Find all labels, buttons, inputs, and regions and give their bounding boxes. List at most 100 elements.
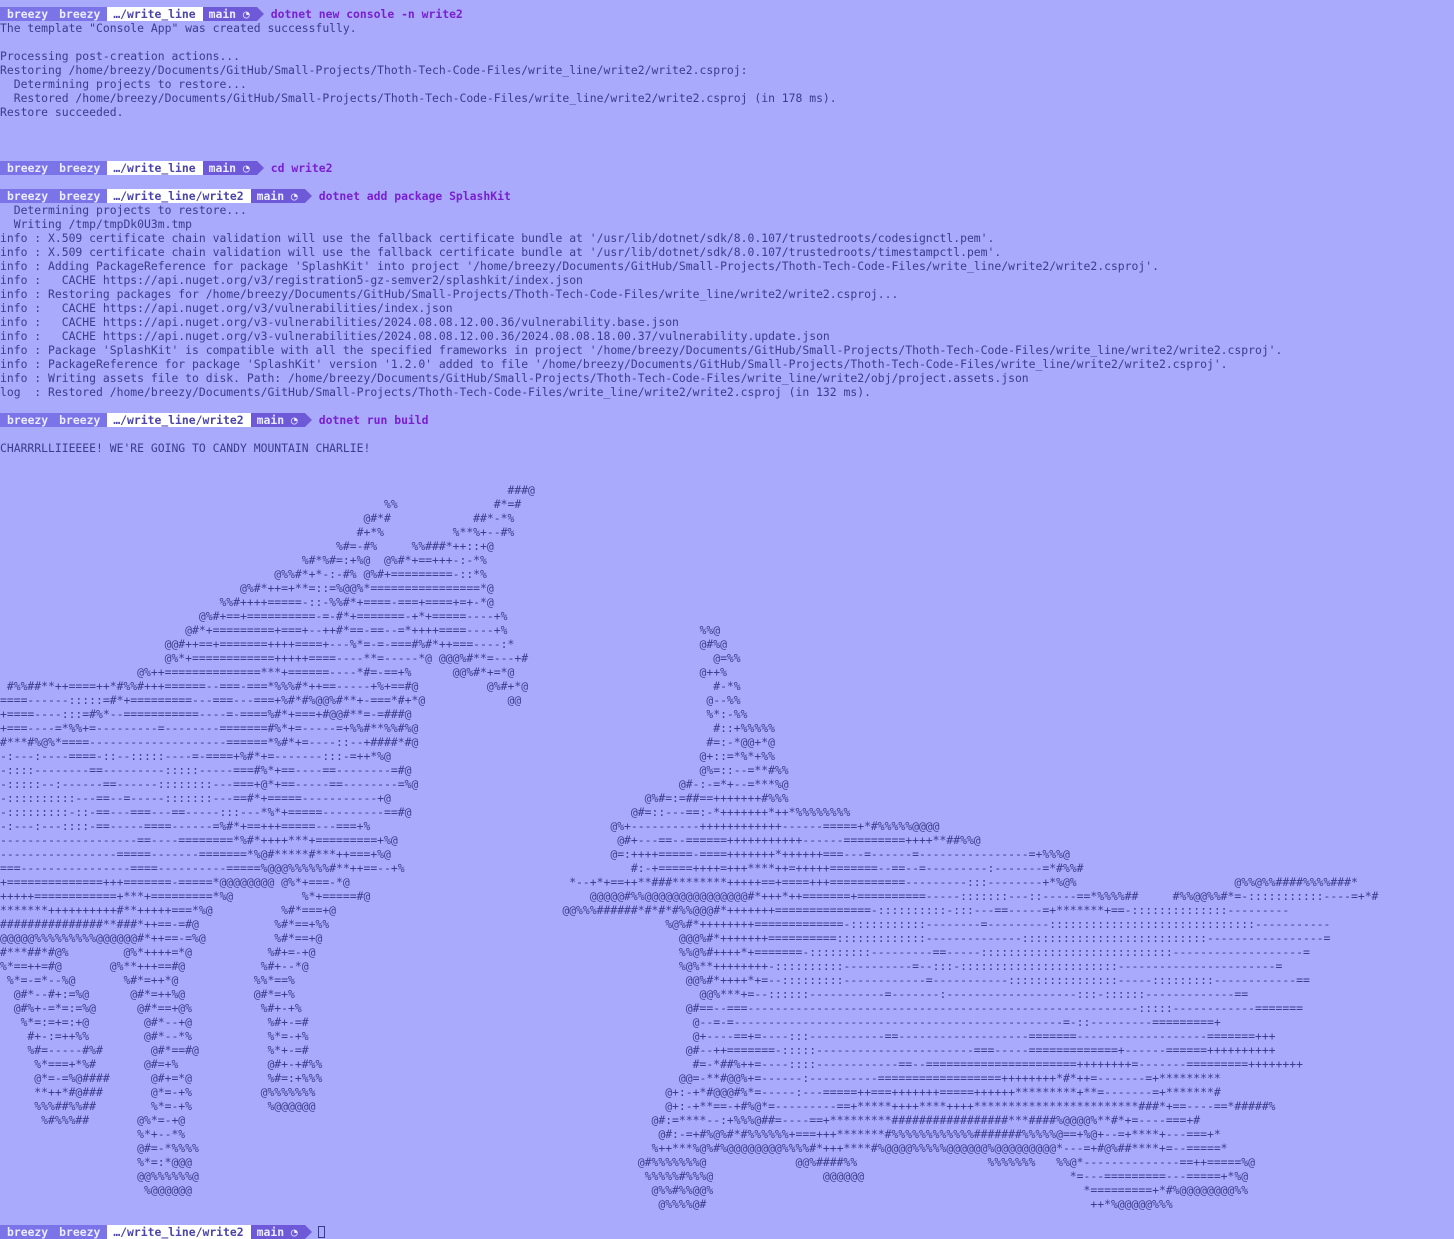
ascii-art-line: **++*#@### @*=-+% @%%%%%%% @+:-+*#@@@#%*… (0, 1085, 1221, 1099)
output-line: info : CACHE https://api.nuget.org/v3-vu… (0, 329, 830, 343)
output-line: info : X.509 certificate chain validatio… (0, 245, 1002, 259)
ascii-art-line: #+*% %**%+--#% (0, 525, 515, 539)
prompt-user: breezy (0, 161, 56, 175)
ascii-art-line: -:::::--:------==------::::::::---===+@*… (0, 777, 789, 791)
ascii-art-line: @#%+-=*=:=%@ @#*==+@% %#+-+% @#==--===--… (0, 1001, 1303, 1015)
command-text: dotnet new console -n write2 (270, 7, 463, 21)
prompt-user: breezy (0, 7, 56, 21)
ascii-art-line: @%*+============+++++====----**=-----*@ … (0, 651, 741, 665)
prompt-directory: …/write_line (107, 7, 203, 21)
ascii-art-line: ###@ (0, 483, 535, 497)
ascii-art-line: +===----=*%%+=---------=--------=======#… (0, 721, 775, 735)
prompt-directory: …/write_line/write2 (107, 1225, 251, 1239)
ascii-art-line: +====----:::=#%*--===========----=-====%… (0, 707, 748, 721)
ascii-art-line: +++++============+***+=========*%@ %*+==… (0, 889, 1379, 903)
ascii-art-line: %*+--*% @#:-=+#%@%#*#%%%%%%+===+++******… (0, 1127, 1221, 1141)
prompt-arrow-icon (256, 7, 264, 21)
terminal-window[interactable]: breezy breezy …/write_line main ◔ dotnet… (0, 0, 1454, 1239)
ascii-art-line: %#=-#% %%###*++::+@ (0, 539, 494, 553)
prompt-line: breezy breezy …/write_line/write2 main ◔ (0, 1225, 1454, 1239)
output-line: Determining projects to restore... (0, 77, 247, 91)
output-line: info : Restoring packages for /home/bree… (0, 287, 899, 301)
ascii-art-line: @@#++==+=======++++====+---%*=-=-===#%#*… (0, 637, 727, 651)
ascii-art-line: %*===+*%# @#=+% @#+-+#%% #=-*##%++=----:… (0, 1057, 1303, 1071)
ascii-art-line: %@@@@@@ @%%#%%@@% *=========+*#%@@@@@@@@… (0, 1183, 1249, 1197)
ascii-art: ###@ %% #*=# @#*# ##*-*% #+*% %**%+--#% … (0, 483, 1454, 1211)
output-line: Writing /tmp/tmpDk0U3m.tmp (0, 217, 193, 231)
prompt-arrow-icon (304, 189, 312, 203)
output-line: Processing post-creation actions... (0, 49, 241, 63)
prompt-line: breezy breezy …/write_line/write2 main ◔… (0, 189, 1454, 203)
ascii-art-line: %*=:*@@@ @#%%%%%%%@ @@%####%% %%%%%%% %%… (0, 1155, 1255, 1169)
ascii-art-line: #***#%@%*====--------------------======*… (0, 735, 775, 749)
command-text: cd write2 (270, 161, 333, 175)
ascii-art-line: -:---:----====-::--:::::----=-====+%#*+=… (0, 749, 775, 763)
ascii-art-line: @#*# ##*-*% (0, 511, 515, 525)
ascii-art-line: @%++==============***+======----*#=-==+%… (0, 665, 727, 679)
prompt-git-branch: main ◔ (250, 1225, 305, 1239)
ascii-art-line: -::::--------==---------:::::-----===#%*… (0, 763, 789, 777)
prompt-directory: …/write_line (107, 161, 203, 175)
ascii-art-line: @%#*++=+**=::=%@@%*================*@ (0, 581, 494, 595)
output-line: info : Package 'SplashKit' is compatible… (0, 343, 1283, 357)
ascii-art-line: -----------------=====-------=======*%@#… (0, 847, 1070, 861)
ascii-art-line: @*=-=%@#### @#+=*@ %#=:+%%% @@=-**#@@%+=… (0, 1071, 1221, 1085)
prompt-git-branch: main ◔ (250, 189, 305, 203)
ascii-art-line: %%#++++=====-::-%%#*+====-===+====+=+-*@ (0, 595, 494, 609)
output-line: The template "Console App" was created s… (0, 21, 357, 35)
prompt-directory: …/write_line/write2 (107, 189, 251, 203)
ascii-art-line: #+-:=++%% @#*--*% %*=-+% @+----==+=----:… (0, 1029, 1276, 1043)
ascii-art-line: *******++++++++++#**+++++===*%@ %#*===+@… (0, 903, 1290, 917)
ascii-art-line: %#=-----#%# @#*==#@ %*+-=# @#--++=======… (0, 1043, 1276, 1057)
output-line: Restoring /home/breezy/Documents/GitHub/… (0, 63, 748, 77)
ascii-art-line: %% #*=# (0, 497, 522, 511)
ascii-art-line: @#*+=========+===+--++#*==-==--=*++++===… (0, 623, 721, 637)
prompt-line: breezy breezy …/write_line/write2 main ◔… (0, 413, 1454, 427)
ascii-art-line: --------------------==----========*%#*++… (0, 833, 981, 847)
output-line: info : Writing assets file to disk. Path… (0, 371, 1029, 385)
ascii-art-line: ###############**###*++==-=#@ %#*==+%% %… (0, 917, 1331, 931)
prompt-line: breezy breezy …/write_line main ◔ cd wri… (0, 161, 1454, 175)
ascii-art-line: @@@@@%%%%%%%%%@@@@@@#*++==-=%@ %#*==+@ @… (0, 931, 1331, 945)
ascii-art-line: -:::::::::-::-==---===---==-----:::---*%… (0, 805, 851, 819)
output-line: info : CACHE https://api.nuget.org/v3/vu… (0, 301, 453, 315)
output-line: Restored /home/breezy/Documents/GitHub/S… (0, 91, 837, 105)
output-line: info : PackageReference for package 'Spl… (0, 357, 1228, 371)
ascii-art-line: %%%##%%## %*=-+% %@@@@@@ @+:-+**==-+#%@*… (0, 1099, 1276, 1113)
ascii-art-line: -:---:---::::-==-----====------=%#*+==++… (0, 819, 940, 833)
prompt-user: breezy (0, 1225, 56, 1239)
ascii-art-line: @#=-*%%%% %++***%@%#%@@@@@@@@%%%%#*+++**… (0, 1141, 1228, 1155)
program-output-message: CHARRRLLIIEEEE! WE'RE GOING TO CANDY MOU… (0, 441, 371, 455)
prompt-host: breezy (55, 1225, 108, 1239)
output-line: info : CACHE https://api.nuget.org/v3/re… (0, 273, 583, 287)
prompt-line: breezy breezy …/write_line main ◔ dotnet… (0, 7, 1454, 21)
command-text: dotnet run build (318, 413, 429, 427)
prompt-user: breezy (0, 413, 56, 427)
ascii-art-line: @%#+==+==========-=-#*+=======-+*+=====-… (0, 609, 508, 623)
command-output: Determining projects to restore... Writi… (0, 203, 1454, 399)
ascii-art-line: ===----------------====----------=====%@… (0, 861, 1084, 875)
ascii-art-line: %*==++=#@ @%**+++==#@ %#+--*@ %@%**+++++… (0, 959, 1283, 973)
output-line: Restore succeeded. (0, 105, 124, 119)
ascii-art-line: +==============+++=======-=====*@@@@@@@@… (0, 875, 1358, 889)
ascii-art-line: @%%%%@# ++*%@@@@@%%% (0, 1197, 1173, 1211)
output-line: log : Restored /home/breezy/Documents/Gi… (0, 385, 871, 399)
ascii-art-line: %*=:=+=:+@ @#*--+@ %#+-=# @--=-=--------… (0, 1015, 1221, 1029)
cursor[interactable] (317, 1226, 325, 1238)
ascii-art-line: -::::::::::---==--=-----:::::::---==#*+=… (0, 791, 789, 805)
prompt-host: breezy (55, 161, 108, 175)
ascii-art-line: #%%##**++====++*#%%#+++======--===-===*%… (0, 679, 741, 693)
prompt-git-branch: main ◔ (202, 161, 257, 175)
prompt-git-branch: main ◔ (202, 7, 257, 21)
prompt-host: breezy (55, 7, 108, 21)
ascii-art-line: %#*%#=:+%@ @%#*+==+++-:-*% (0, 553, 487, 567)
prompt-arrow-icon (304, 413, 312, 427)
output-line: info : CACHE https://api.nuget.org/v3-vu… (0, 315, 679, 329)
prompt-directory: …/write_line/write2 (107, 413, 251, 427)
prompt-host: breezy (55, 413, 108, 427)
ascii-art-line: @@%%%%%%@ %%%%%#%%%@ @@@@@@ *=---=======… (0, 1169, 1249, 1183)
ascii-art-line: ====------:::::=#*+=========---===---===… (0, 693, 741, 707)
prompt-arrow-icon (256, 161, 264, 175)
command-text: dotnet add package SplashKit (318, 189, 511, 203)
